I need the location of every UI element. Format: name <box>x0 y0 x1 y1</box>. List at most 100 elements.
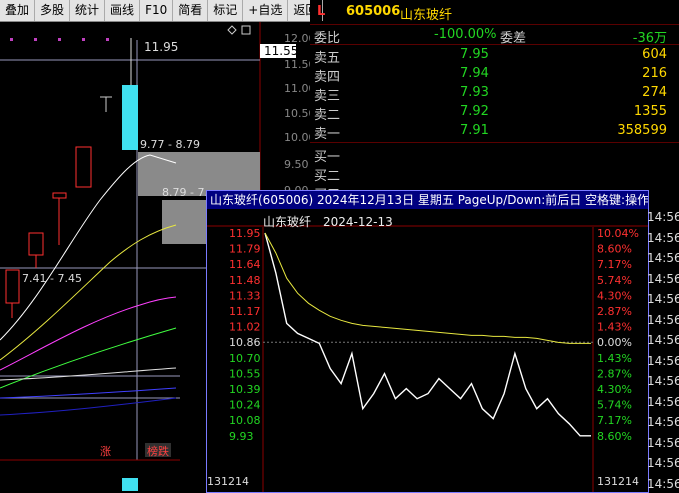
toolbar-item-5[interactable]: 简看 <box>173 0 209 21</box>
stock-code: 605006 <box>346 4 401 19</box>
minute-pct-tick: 7.17% <box>597 258 632 271</box>
sell-label: 卖二 <box>314 108 341 123</box>
sell-label: 卖四 <box>314 70 341 85</box>
minute-chart[interactable]: 11.95 11.79 11.64 11.48 11.33 11.17 11.02 10.86… <box>207 191 648 492</box>
time-column: 14:56 14:56 14:56 14:56 14:56 14:56 14:56 14:56… <box>647 210 679 491</box>
range-label-2: 8.79 - 7. <box>162 186 208 199</box>
k-axis-tick: 10.00 <box>284 131 310 144</box>
time-label: 14:56 <box>647 251 679 265</box>
minute-price-tick: 10.24 <box>229 399 261 412</box>
time-label: 14:56 <box>647 271 679 286</box>
square-icon[interactable] <box>241 25 251 35</box>
time-label: 14:56 <box>647 456 679 470</box>
sell-label: 卖一 <box>314 127 341 142</box>
minute-pct-tick: 10.04% <box>597 227 639 240</box>
minute-price-tick: 10.55 <box>229 367 261 380</box>
toolbar-item-2[interactable]: 统计 <box>70 0 106 21</box>
minute-chart-window[interactable]: 山东玻纤(605006) 2024年12月13日 星期五 PageUp/Down… <box>206 190 649 493</box>
time-label: 14:56 <box>647 353 679 368</box>
minute-price-tick: 11.48 <box>229 274 261 287</box>
minute-price-tick: 11.95 <box>229 227 261 240</box>
minute-pct-tick: 4.30% <box>597 383 632 396</box>
price-series-line <box>264 232 591 437</box>
orderbook-divider <box>310 142 679 143</box>
weicha-value: -36万 <box>632 31 667 46</box>
minute-pct-tick: 2.87% <box>597 367 632 380</box>
sell-row[interactable]: 卖一 7.91 358599 <box>310 122 679 142</box>
minute-price-tick: 11.79 <box>229 243 261 256</box>
toolbar-item-0[interactable]: 叠加 <box>0 0 36 21</box>
sell-price: 7.93 <box>460 85 489 100</box>
toolbar-item-1[interactable]: 多股 <box>35 0 71 21</box>
sell-row[interactable]: 卖二 7.92 1355 <box>310 103 679 123</box>
time-label: 14:56 <box>647 394 679 409</box>
time-label: 14:56 <box>647 333 679 347</box>
diamond-icon[interactable] <box>227 25 237 35</box>
toolbar-item-4[interactable]: F10 <box>140 0 174 21</box>
quote-header: L 605006 山东玻纤 <box>310 0 679 25</box>
minute-pct-tick: 8.60% <box>597 243 632 256</box>
time-label: 14:56 <box>647 374 679 388</box>
weicha-label: 委差 <box>500 31 527 46</box>
time-label: 14:56 <box>647 230 679 245</box>
buy-row[interactable]: 买二 <box>310 164 679 184</box>
average-price-line <box>264 232 591 344</box>
bangdie-marker: 榜跌 <box>147 444 169 458</box>
sell-volume: 1355 <box>633 104 667 119</box>
minute-subtitle: 山东玻纤 2024-12-13 <box>263 213 405 230</box>
minute-price-tick: 11.02 <box>229 321 261 334</box>
buy-row[interactable]: 买一 <box>310 145 679 165</box>
time-label: 14:56 <box>647 435 679 450</box>
weibi-label: 委比 <box>314 31 341 46</box>
minute-stock-name: 山东玻纤 <box>263 215 312 229</box>
sell-volume: 358599 <box>617 123 667 138</box>
sell-row[interactable]: 卖四 7.94 216 <box>310 65 679 85</box>
minute-price-tick: 11.64 <box>229 258 261 271</box>
sell-price: 7.94 <box>460 66 489 81</box>
time-label: 14:56 <box>647 476 679 491</box>
sell-row[interactable]: 卖五 7.95 604 <box>310 46 679 66</box>
k-axis-tick: 9.50 <box>284 158 309 171</box>
sell-price: 7.91 <box>460 123 489 138</box>
minute-date: 2024-12-13 <box>323 215 393 229</box>
time-label: 14:56 <box>647 292 679 306</box>
sell-volume: 274 <box>642 85 667 100</box>
minute-pct-tick: 7.17% <box>597 414 632 427</box>
minute-price-tick: 10.70 <box>229 352 261 365</box>
minute-pct-tick: 5.74% <box>597 274 632 287</box>
minute-pct-tick: 4.30% <box>597 289 632 302</box>
time-label: 14:56 <box>647 312 679 327</box>
k-axis-tick: 11.50 <box>284 58 310 71</box>
toolbar-item-3[interactable]: 画线 <box>105 0 141 21</box>
minute-price-tick: 11.17 <box>229 305 261 318</box>
toolbar-item-6[interactable]: 标记 <box>208 0 244 21</box>
sell-label: 卖三 <box>314 89 341 104</box>
weibi-row: 委比 -100.00% 委差 -36万 <box>310 26 679 46</box>
minute-pct-tick: 5.74% <box>597 399 632 412</box>
sell-price: 7.92 <box>460 104 489 119</box>
k-axis-tick: 11.00 <box>284 82 310 95</box>
minute-price-tick: 11.33 <box>229 289 261 302</box>
zhang-marker: 涨 <box>100 445 111 458</box>
toolbar-item-7[interactable]: +自选 <box>243 0 289 21</box>
buy-label: 买二 <box>314 169 341 184</box>
minute-pct-tick: 1.43% <box>597 352 632 365</box>
sell-row[interactable]: 卖三 7.93 274 <box>310 84 679 104</box>
minute-price-tick: 10.86 <box>229 336 261 349</box>
buy-label: 买一 <box>314 150 341 165</box>
minute-price-tick: 10.39 <box>229 383 261 396</box>
high-price-label: 11.95 <box>144 40 178 54</box>
range-label-1: 9.77 - 8.79 <box>140 138 200 151</box>
minute-pct-tick: 2.87% <box>597 305 632 318</box>
minute-pct-tick: 0.00% <box>597 336 632 349</box>
weibi-value: -100.00% <box>434 27 497 42</box>
toolbar: 叠加 多股 统计 画线 F10 简看 标记 +自选 返回 <box>0 0 324 22</box>
range-label-3: 7.41 - 7.45 <box>22 272 82 285</box>
sell-volume: 604 <box>642 47 667 62</box>
minute-pct-tick: 8.60% <box>597 430 632 443</box>
minute-volume-right: 131214 <box>597 475 639 488</box>
sell-price: 7.95 <box>460 47 489 62</box>
minute-pct-tick: 1.43% <box>597 321 632 334</box>
minute-volume-left: 131214 <box>207 475 249 488</box>
k-axis-tick: 10.50 <box>284 107 310 120</box>
